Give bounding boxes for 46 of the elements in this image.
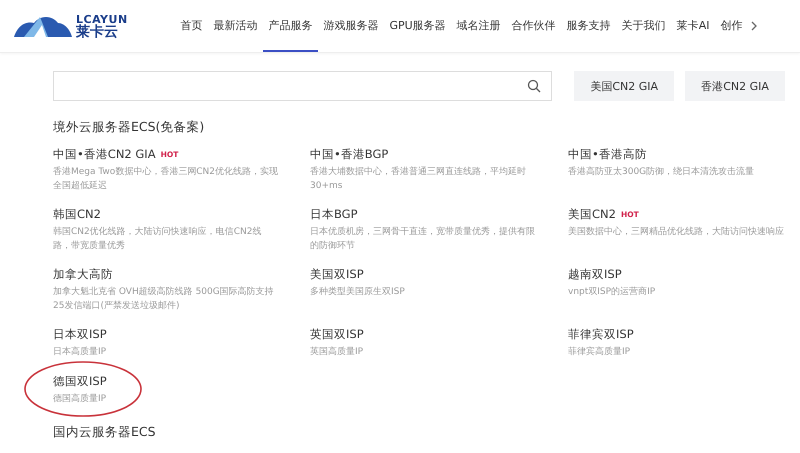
product-name-link[interactable]: 中国•香港高防 [568,147,647,162]
product-description: 日本高质量IP [53,346,108,359]
product-name-link[interactable]: 中国•香港BGP [310,147,388,162]
nav-tab[interactable]: 关于我们 [616,0,672,52]
product-description: 多种类型美国原生双ISP [310,286,406,299]
logo-text: LCAYUN [76,14,128,24]
product-name-link[interactable]: 加拿大高防 [53,267,113,282]
nav-tab[interactable]: 产品服务 [263,0,318,52]
product-description: 英国高质量IP [310,346,364,359]
quick-search-button[interactable]: 美国CN2 GIA [574,71,674,101]
nav-tab[interactable]: 首页 [175,0,208,52]
product-description: 加拿大魁北克省 OVH超级高防线路 500G国际高防支持25发信端口(严禁发送垃圾邮件) [53,286,275,312]
chevron-right-icon[interactable] [750,20,758,32]
product-description: 美国数据中心，三网精品优化线路，大陆访问快速响应 [568,226,785,239]
nav-tab[interactable]: 创作 [715,0,748,52]
product-name-link[interactable]: 韩国CN2 [53,207,101,222]
search-icon[interactable] [527,79,542,93]
product-description: 香港高防亚太300G防御，绕日本清洗攻击流量 [568,166,756,179]
product-description: 德国高质量IP [53,392,108,406]
nav-tab[interactable]: 服务支持 [561,0,616,52]
product-description: vnpt双ISP的运营商IP [568,286,656,299]
product-name-link[interactable]: 德国双ISP [53,374,107,388]
nav-tab[interactable]: 游戏服务器 [318,0,384,52]
nav-tab[interactable]: 合作伙伴 [506,0,562,52]
product-name-link[interactable]: 菲律宾双ISP [568,327,634,342]
nav-tab[interactable]: 最新活动 [208,0,263,52]
nav-tab[interactable]: GPU服务器 [384,0,452,52]
quick-search-button[interactable]: 香港CN2 GIA [685,71,786,101]
product-name-link[interactable]: 美国双ISP [310,267,364,282]
product-description: 韩国CN2优化线路，大陆访问快速响应，电信CN2线路，带宽质量优秀 [53,226,262,252]
product-name-link[interactable]: 美国CN2 [568,207,616,222]
product-name-link[interactable]: 日本双ISP [53,327,107,342]
logo-chinese-text: 莱卡云 [76,24,119,38]
section-title: 国内云服务器ECS [53,424,157,441]
product-description: 香港Mega Two数据中心，香港三网CN2优化线路，实现全国超低延迟 [53,166,278,192]
search-field[interactable] [53,71,552,101]
product-name-link[interactable]: 英国双ISP [310,327,364,342]
nav-tab[interactable]: 域名注册 [451,0,506,52]
product-name-link[interactable]: 中国•香港CN2 GIA [53,147,156,162]
product-name-link[interactable]: 越南双ISP [568,267,622,282]
nav-tab[interactable]: 莱卡AI [671,0,715,52]
product-description: 香港大埔数据中心，香港普通三网直连线路，平均延时30+ms [310,166,527,192]
product-name-link[interactable]: 日本BGP [310,207,358,222]
section-title: 境外云服务器ECS(免备案) [53,119,206,136]
product-description: 日本优质机房，三网骨干直连，宽带质量优秀，提供有限的防御环节 [310,226,535,252]
product-description: 菲律宾高质量IP [568,346,632,359]
